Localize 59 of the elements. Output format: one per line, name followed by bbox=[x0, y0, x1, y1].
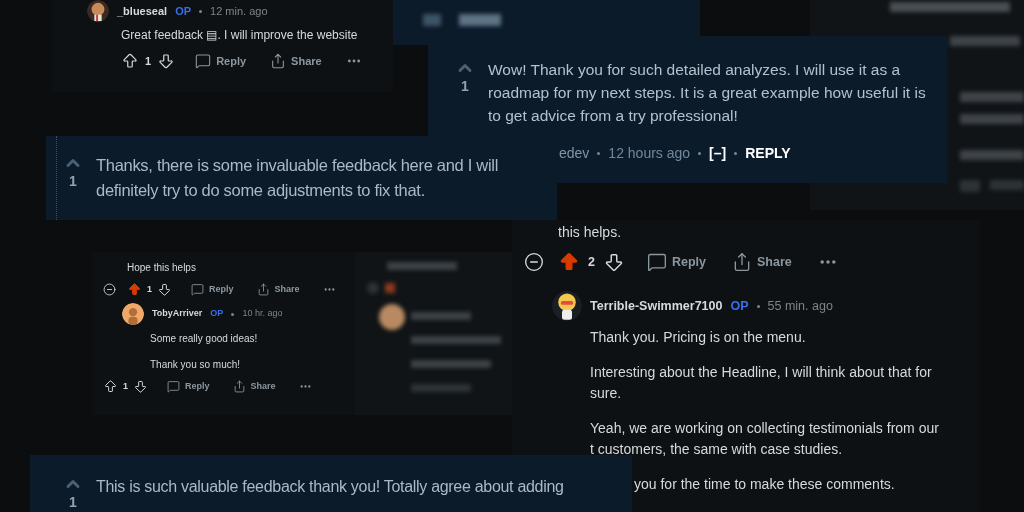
vote-score: 1 bbox=[69, 173, 77, 189]
reply-button[interactable]: Reply bbox=[163, 379, 214, 394]
op-label: OP bbox=[175, 3, 192, 19]
reply-button[interactable]: Reply bbox=[187, 282, 238, 297]
comment-text: This is such valuable feedback thank you! Totally agree about adding bbox=[96, 477, 564, 497]
vote-score: 1 bbox=[123, 379, 128, 393]
downvote-icon[interactable] bbox=[133, 379, 148, 394]
op-label: OP bbox=[210, 307, 224, 321]
op-label: OP bbox=[730, 297, 749, 315]
vote-score: 1 bbox=[145, 53, 152, 69]
comment-time: 12 min. ago bbox=[210, 3, 268, 19]
comment-text: Yeah, we are working on collecting testimonials from our bbox=[590, 419, 940, 438]
comment-text: you for the time to make these comments. bbox=[633, 475, 896, 494]
comment-text: this helps. bbox=[557, 223, 623, 242]
share-button[interactable]: Share bbox=[728, 252, 796, 272]
avatar-icon bbox=[122, 303, 144, 325]
comment-icon bbox=[195, 53, 212, 69]
share-icon bbox=[232, 380, 246, 393]
avatar-icon bbox=[87, 0, 109, 22]
collapse-icon[interactable] bbox=[103, 283, 116, 296]
vote-score: 2 bbox=[588, 253, 595, 271]
comment-text: Interesting about the Headline, I will think about that for sure. bbox=[590, 363, 933, 403]
vote-score: 1 bbox=[147, 282, 152, 296]
comment-time: 55 min. ago bbox=[767, 297, 833, 315]
comment-text: Thanks, there is some invaluable feedback here and I will definitely try to do some adjustments to fix that. bbox=[96, 155, 500, 201]
comment-text: t customers, the same with case studies. bbox=[590, 440, 844, 459]
upvote-icon[interactable] bbox=[121, 52, 139, 70]
upvote-icon[interactable] bbox=[103, 379, 118, 394]
username[interactable]: _blueseal bbox=[117, 2, 168, 20]
comment-text: Wow! Thank you for such detailed analyzes. I will use it as a roadmap for my next steps. It is a great example how useful it is to get advice from a try professional! bbox=[488, 60, 927, 126]
username[interactable]: edev bbox=[559, 143, 590, 164]
share-button[interactable]: Share bbox=[252, 282, 304, 297]
share-icon bbox=[270, 53, 287, 69]
comment-text: Thank you. Pricing is on the menu. bbox=[590, 328, 807, 347]
reply-button[interactable]: REPLY bbox=[745, 143, 791, 164]
avatar-icon bbox=[552, 291, 582, 321]
reply-button[interactable]: Reply bbox=[642, 252, 710, 272]
comment-time: 12 hours ago bbox=[608, 144, 691, 163]
comment-time: 10 hr. ago bbox=[242, 307, 283, 321]
username[interactable]: TobyArriver bbox=[152, 307, 203, 321]
vote-score: 1 bbox=[69, 494, 77, 510]
share-icon bbox=[732, 252, 752, 272]
vote-score: 1 bbox=[461, 78, 469, 94]
comment-text: Thank you so much! bbox=[150, 358, 242, 372]
reply-button[interactable]: Reply bbox=[191, 52, 251, 70]
collapse-icon[interactable] bbox=[524, 252, 544, 272]
comment-text: Great feedback ▤. I will improve the website bbox=[121, 27, 359, 44]
comment-icon bbox=[167, 380, 180, 393]
share-button[interactable]: Share bbox=[228, 379, 280, 394]
comment-text: Hope this helps bbox=[126, 261, 197, 275]
username[interactable]: Terrible-Swimmer7100 bbox=[590, 296, 723, 316]
comment-icon bbox=[191, 283, 204, 296]
collapse-button[interactable]: [–] bbox=[709, 143, 727, 164]
comment-text: Some really good ideas! bbox=[150, 332, 259, 346]
share-button[interactable]: Share bbox=[266, 52, 326, 70]
comment-icon bbox=[646, 252, 667, 272]
share-icon bbox=[256, 283, 270, 296]
downvote-icon[interactable] bbox=[157, 282, 172, 297]
downvote-icon[interactable] bbox=[157, 52, 176, 70]
